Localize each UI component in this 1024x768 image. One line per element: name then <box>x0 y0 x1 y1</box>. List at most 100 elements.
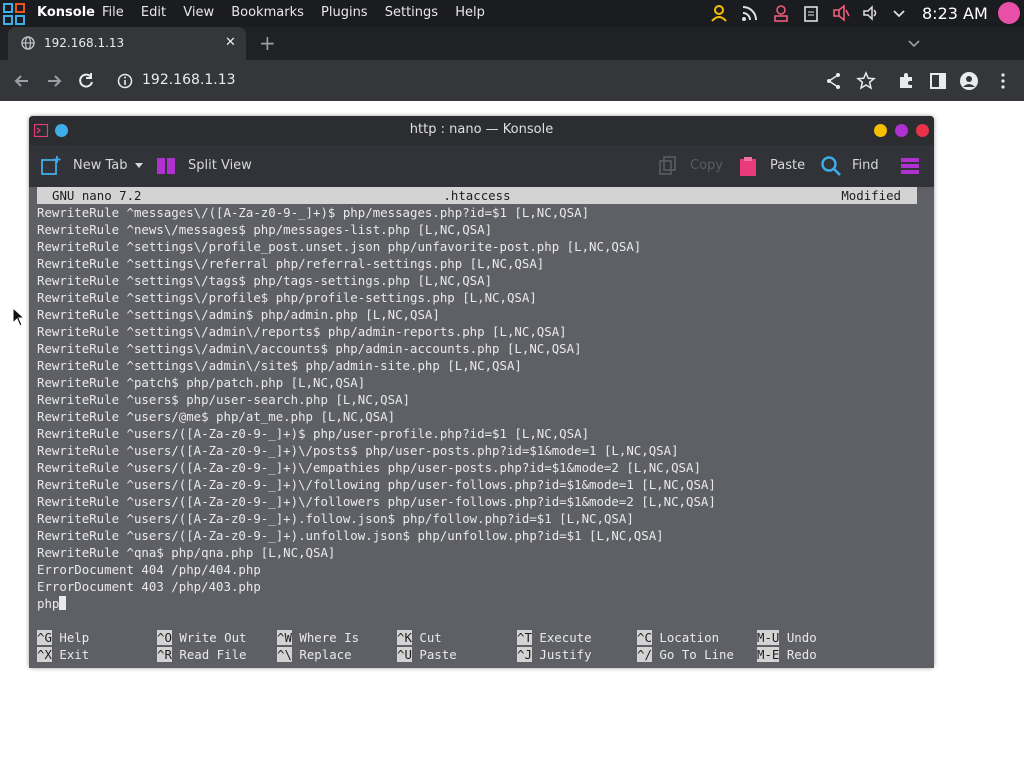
buffer-line: RewriteRule ^patch$ php/patch.php [L,NC,… <box>37 375 366 390</box>
address-bar[interactable]: 192.168.1.13 <box>142 72 236 88</box>
buffer-line: RewriteRule ^settings\/admin\/reports$ p… <box>37 324 567 339</box>
shortcut-exit[interactable]: ^X Exit <box>37 646 89 663</box>
account-icon[interactable] <box>772 4 790 22</box>
buffer-line: ErrorDocument 404 /php/404.php <box>37 562 261 577</box>
search-icon[interactable] <box>820 155 842 177</box>
window-titlebar[interactable]: http : nano — Konsole <box>29 116 934 145</box>
shortcut-row: ^G Help ^O Write Out ^W Where Is ^K Cut … <box>37 629 917 646</box>
new-tab-button[interactable]: New Tab <box>73 158 128 173</box>
buffer-line: RewriteRule ^users/([A-Za-z0-9-_]+)$ php… <box>37 426 590 441</box>
shortcut-paste[interactable]: ^U Paste <box>397 646 457 663</box>
current-line[interactable]: php <box>37 595 917 612</box>
clipboard-icon[interactable] <box>802 4 820 22</box>
profile-icon[interactable] <box>959 71 979 91</box>
konsole-window: http : nano — Konsole New Tab Split View… <box>29 116 934 668</box>
shortcut-execute[interactable]: ^T Execute <box>517 629 592 646</box>
shortcut-replace[interactable]: ^\ Replace <box>277 646 352 663</box>
application-launcher-icon[interactable] <box>3 3 25 25</box>
paste-icon[interactable] <box>737 155 759 177</box>
menu-help[interactable]: Help <box>455 5 485 20</box>
star-icon[interactable] <box>856 71 876 91</box>
browser-toolbar: 192.168.1.13 <box>0 60 1024 101</box>
microphone-muted-icon[interactable] <box>832 4 850 22</box>
hamburger-menu-icon[interactable] <box>899 155 921 177</box>
close-icon[interactable]: ✕ <box>225 35 236 50</box>
reload-icon[interactable] <box>76 71 96 91</box>
buffer-line: RewriteRule ^news\/messages$ php/message… <box>37 222 493 237</box>
buffer-line: RewriteRule ^settings\/admin\/site$ php/… <box>37 358 522 373</box>
shortcut-read-file[interactable]: ^R Read File <box>157 646 247 663</box>
info-icon[interactable] <box>115 71 135 91</box>
user-icon[interactable] <box>710 4 728 22</box>
forward-icon[interactable] <box>44 71 64 91</box>
volume-icon[interactable] <box>862 4 880 22</box>
buffer-line: RewriteRule ^users$ php/user-search.php … <box>37 392 410 407</box>
nano-shortcut-bar: ^G Help ^O Write Out ^W Where Is ^K Cut … <box>37 629 917 663</box>
chevron-down-icon[interactable] <box>890 4 908 22</box>
rss-icon[interactable] <box>741 4 759 22</box>
extensions-icon[interactable] <box>896 71 916 91</box>
buffer-line: RewriteRule ^messages\/([A-Za-z0-9-_]+)$… <box>37 205 590 220</box>
menu-bookmarks[interactable]: Bookmarks <box>231 5 304 20</box>
shortcut-help[interactable]: ^G Help <box>37 629 89 646</box>
sidebar-icon[interactable] <box>928 71 948 91</box>
menu-view[interactable]: View <box>183 5 214 20</box>
konsole-toolbar: New Tab Split View Copy Paste Find <box>29 145 934 187</box>
menu-settings[interactable]: Settings <box>385 5 438 20</box>
shortcut-write-out[interactable]: ^O Write Out <box>157 629 247 646</box>
shortcut-justify[interactable]: ^J Justify <box>517 646 592 663</box>
nano-buffer[interactable]: RewriteRule ^messages\/([A-Za-z0-9-_]+)$… <box>37 204 917 612</box>
buffer-line: RewriteRule ^users/([A-Za-z0-9-_]+).unfo… <box>37 528 664 543</box>
browser-tab-strip: 192.168.1.13 ✕ + <box>0 27 1024 60</box>
menu-plugins[interactable]: Plugins <box>321 5 368 20</box>
scrollbar[interactable] <box>920 187 934 668</box>
buffer-line: RewriteRule ^settings\/admin$ php/admin.… <box>37 307 440 322</box>
buffer-line: RewriteRule ^settings\/profile$ php/prof… <box>37 290 537 305</box>
clock[interactable]: 8:23 AM <box>922 4 988 23</box>
back-icon[interactable] <box>12 71 32 91</box>
menubar: File Edit View Bookmarks Plugins Setting… <box>102 5 498 20</box>
shortcut-go-to-line[interactable]: ^/ Go To Line <box>637 646 734 663</box>
share-icon[interactable] <box>824 71 844 91</box>
copy-button[interactable]: Copy <box>690 158 723 173</box>
shortcut-row: ^X Exit ^R Read File ^\ Replace ^U Paste… <box>37 646 917 663</box>
browser-tab[interactable]: 192.168.1.13 ✕ <box>8 27 246 60</box>
maximize-button[interactable] <box>895 124 908 137</box>
shortcut-where-is[interactable]: ^W Where Is <box>277 629 359 646</box>
menu-file[interactable]: File <box>102 5 124 20</box>
buffer-line: RewriteRule ^users/([A-Za-z0-9-_]+)\/fol… <box>37 494 716 509</box>
find-button[interactable]: Find <box>852 158 879 173</box>
minimize-button[interactable] <box>874 124 887 137</box>
buffer-line: RewriteRule ^users/([A-Za-z0-9-_]+)\/fol… <box>37 477 716 492</box>
shortcut-redo[interactable]: M-E Redo <box>757 646 817 663</box>
buffer-line: RewriteRule ^users/([A-Za-z0-9-_]+)\/pos… <box>37 443 679 458</box>
top-panel: Konsole File Edit View Bookmarks Plugins… <box>0 0 1024 27</box>
window-title: http : nano — Konsole <box>409 122 554 137</box>
app-name: Konsole <box>37 5 95 20</box>
shortcut-undo[interactable]: M-U Undo <box>757 629 817 646</box>
buffer-line: RewriteRule ^settings\/admin\/accounts$ … <box>37 341 582 356</box>
buffer-line: RewriteRule ^settings\/referral php/refe… <box>37 256 545 271</box>
chevron-down-icon[interactable] <box>906 35 922 51</box>
dropdown-arrow-icon[interactable] <box>134 162 144 170</box>
split-view-icon[interactable] <box>155 155 177 177</box>
buffer-line: ErrorDocument 403 /php/403.php <box>37 579 261 594</box>
nano-titlebar: .htaccess GNU nano 7.2 Modified <box>37 187 917 204</box>
terminal-area[interactable]: .htaccess GNU nano 7.2 Modified RewriteR… <box>29 187 934 668</box>
nano-version: GNU nano 7.2 <box>52 188 142 203</box>
buffer-line: RewriteRule ^qna$ php/qna.php [L,NC,QSA] <box>37 545 336 560</box>
avatar[interactable] <box>998 2 1020 24</box>
nano-filename: .htaccess <box>443 188 511 203</box>
menu-edit[interactable]: Edit <box>141 5 166 20</box>
new-tab-icon[interactable] <box>40 155 62 177</box>
shortcut-location[interactable]: ^C Location <box>637 629 719 646</box>
current-line-text: php <box>37 596 60 611</box>
split-view-button[interactable]: Split View <box>188 158 252 173</box>
copy-icon[interactable] <box>657 155 679 177</box>
more-menu-icon[interactable] <box>993 71 1013 91</box>
close-button[interactable] <box>916 124 929 137</box>
tab-title: 192.168.1.13 <box>44 36 125 50</box>
shortcut-cut[interactable]: ^K Cut <box>397 629 442 646</box>
paste-button[interactable]: Paste <box>770 158 805 173</box>
new-tab-button[interactable]: + <box>259 31 276 55</box>
